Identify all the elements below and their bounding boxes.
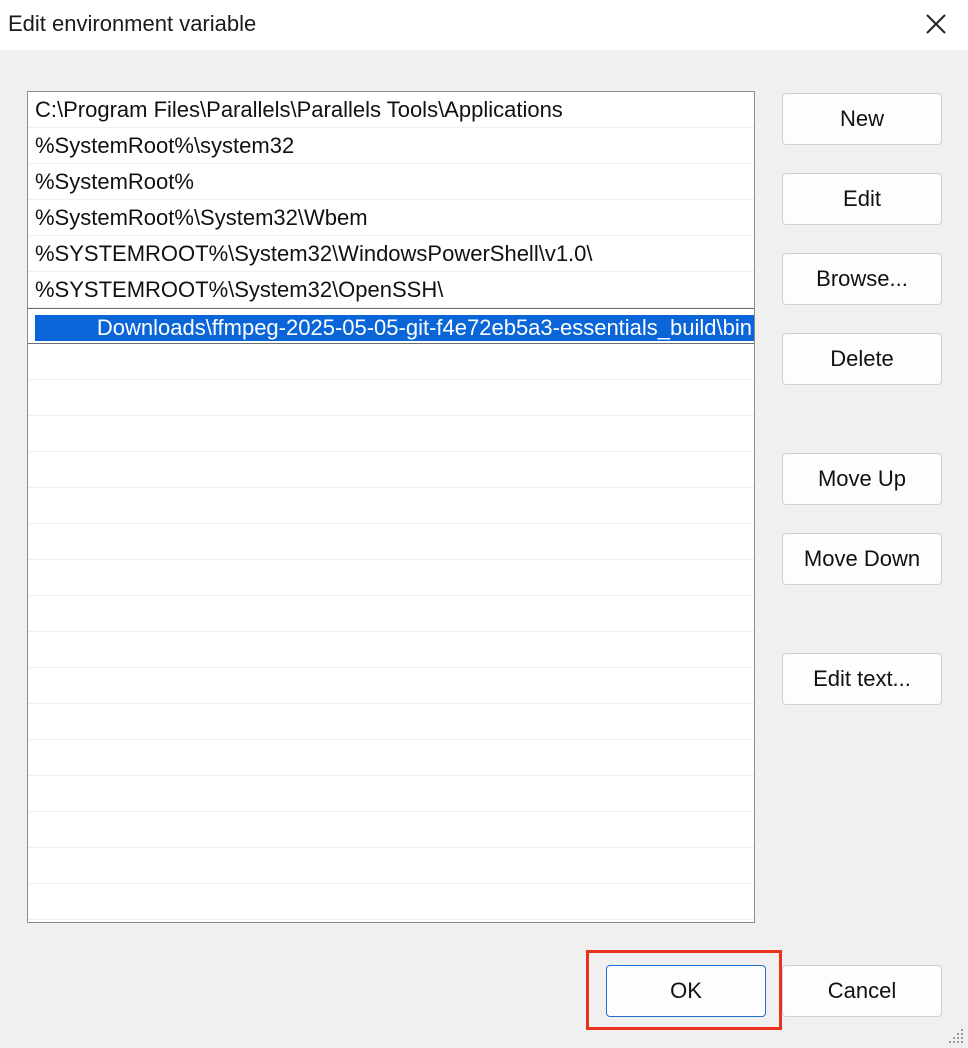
list-item-edit-field[interactable]: Downloads\ffmpeg-2025-05-05-git-f4e72eb5…	[28, 308, 754, 344]
empty-list-row[interactable]	[28, 704, 754, 740]
list-item[interactable]: %SYSTEMROOT%\System32\WindowsPowerShell\…	[28, 236, 754, 272]
empty-list-row[interactable]	[28, 416, 754, 452]
close-icon	[926, 14, 946, 34]
list-item-text: %SYSTEMROOT%\System32\OpenSSH\	[35, 277, 444, 302]
empty-list-row[interactable]	[28, 848, 754, 884]
edit-button[interactable]: Edit	[782, 173, 942, 225]
empty-list-row[interactable]	[28, 560, 754, 596]
list-item[interactable]: %SYSTEMROOT%\System32\OpenSSH\	[28, 272, 754, 308]
list-item-text: %SystemRoot%\System32\Wbem	[35, 205, 368, 230]
move-down-button[interactable]: Move Down	[782, 533, 942, 585]
empty-list-row[interactable]	[28, 740, 754, 776]
edit-field-value: Downloads\ffmpeg-2025-05-05-git-f4e72eb5…	[96, 315, 752, 340]
edit-field-selected-text[interactable]: Downloads\ffmpeg-2025-05-05-git-f4e72eb5…	[35, 315, 754, 341]
move-up-button[interactable]: Move Up	[782, 453, 942, 505]
list-item[interactable]: %SystemRoot%\System32\Wbem	[28, 200, 754, 236]
list-item[interactable]: C:\Program Files\Parallels\Parallels Too…	[28, 92, 754, 128]
new-button[interactable]: New	[782, 93, 942, 145]
empty-list-row[interactable]	[28, 488, 754, 524]
list-item[interactable]: %SystemRoot%	[28, 164, 754, 200]
ok-button[interactable]: OK	[606, 965, 766, 1017]
empty-list-row[interactable]	[28, 776, 754, 812]
cancel-button[interactable]: Cancel	[782, 965, 942, 1017]
empty-list-row[interactable]	[28, 344, 754, 380]
empty-list-row[interactable]	[28, 812, 754, 848]
path-list[interactable]: C:\Program Files\Parallels\Parallels Too…	[27, 91, 755, 923]
empty-list-row[interactable]	[28, 884, 754, 920]
list-item[interactable]: %SystemRoot%\system32	[28, 128, 754, 164]
list-item-text: %SYSTEMROOT%\System32\WindowsPowerShell\…	[35, 241, 593, 266]
empty-list-row[interactable]	[28, 632, 754, 668]
empty-list-row[interactable]	[28, 524, 754, 560]
edit-text-button[interactable]: Edit text...	[782, 653, 942, 705]
resize-grip-icon[interactable]	[946, 1026, 966, 1046]
empty-list-row[interactable]	[28, 452, 754, 488]
delete-button[interactable]: Delete	[782, 333, 942, 385]
browse-button[interactable]: Browse...	[782, 253, 942, 305]
title-bar: Edit environment variable	[0, 0, 968, 50]
empty-list-row[interactable]	[28, 596, 754, 632]
list-item-text: %SystemRoot%	[35, 169, 194, 194]
close-button[interactable]	[914, 4, 958, 44]
list-item-text: C:\Program Files\Parallels\Parallels Too…	[35, 97, 563, 122]
empty-list-row[interactable]	[28, 668, 754, 704]
list-item-text: %SystemRoot%\system32	[35, 133, 295, 158]
empty-list-row[interactable]	[28, 380, 754, 416]
window-title: Edit environment variable	[8, 11, 257, 36]
